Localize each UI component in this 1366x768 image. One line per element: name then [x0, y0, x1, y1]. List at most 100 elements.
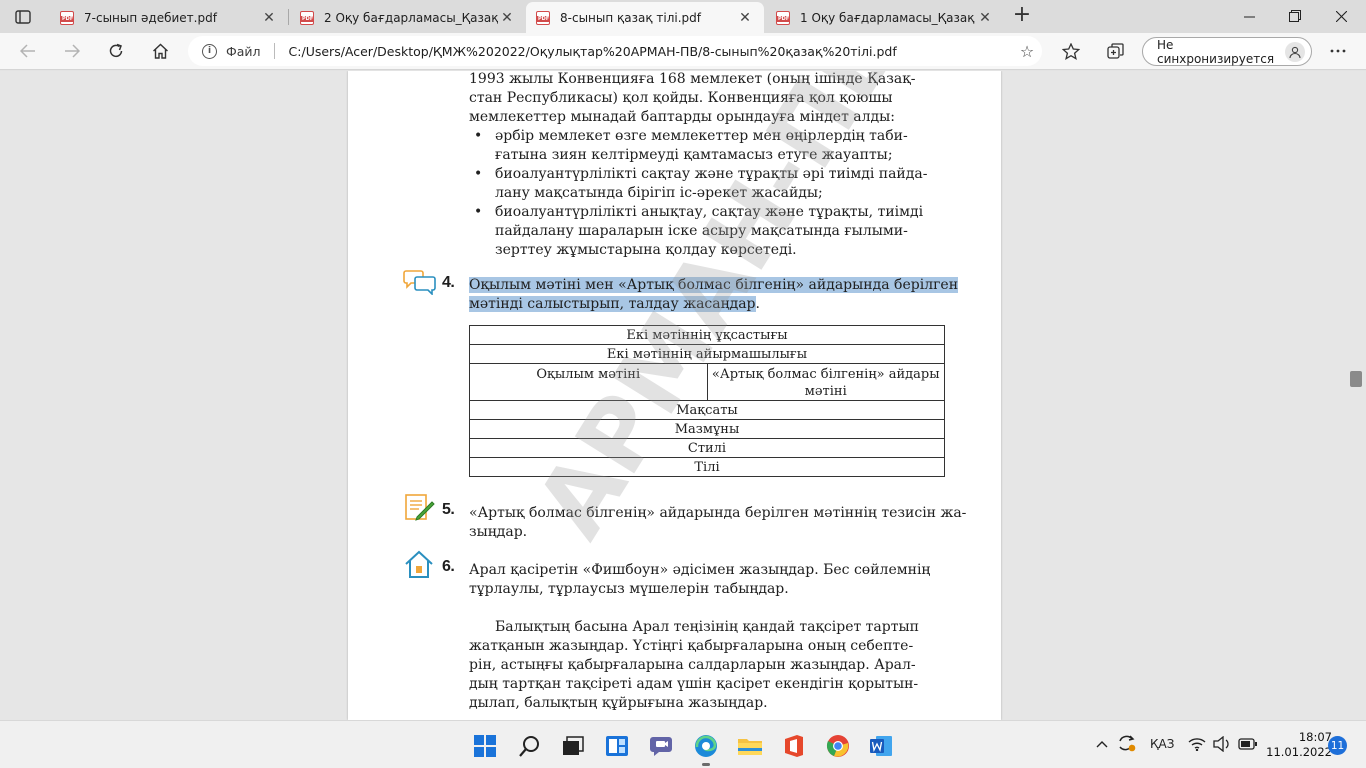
refresh-icon [109, 43, 123, 58]
edge-icon [695, 735, 717, 757]
paragraph-line: дылап, балықтың құйрығына жазыңдар. [469, 695, 768, 711]
restore-button[interactable] [1272, 0, 1318, 32]
forward-arrow-icon [65, 44, 80, 58]
chrome-button[interactable] [820, 729, 856, 763]
profile-sync-button[interactable]: Не синхронизируется [1142, 37, 1312, 66]
tab-1[interactable]: 7-сынып әдебиет.pdf ✕ [50, 2, 288, 33]
office-icon [785, 735, 803, 757]
writing-notepad-icon [405, 494, 435, 521]
new-tab-button[interactable]: + [1008, 4, 1036, 28]
task-4-text: мәтінді салыстырып, талдау жасаңдар. [469, 295, 760, 314]
table-cell: Екі мәтіннің айырмашылығы [469, 344, 945, 364]
office-button[interactable] [776, 729, 812, 763]
battery-icon[interactable] [1238, 738, 1258, 753]
favorites-icon [1062, 42, 1080, 60]
tab-strip: 7-сынып әдебиет.pdf ✕ 2 Оқу бағдарламасы… [0, 0, 1366, 33]
address-bar[interactable]: i Файл C:/Users/Acer/Desktop/ҚМЖ%202022/… [188, 36, 1042, 66]
back-button[interactable] [13, 37, 43, 65]
pdf-viewer[interactable]: 1993 жылы Конвенцияға 168 мемлекет (оның… [0, 71, 1366, 720]
close-tab-icon[interactable]: ✕ [260, 10, 278, 26]
tab-actions-icon [15, 10, 31, 24]
system-clock[interactable]: 18:07 11.01.2022 [1262, 730, 1332, 760]
task-view-button[interactable] [555, 729, 591, 763]
show-hidden-icons-button[interactable] [1096, 737, 1108, 751]
bullet-line: лану мақсатында бірігіп іс-әрекет жасайд… [495, 185, 823, 201]
close-window-button[interactable] [1318, 0, 1364, 32]
task-5-text: зыңдар. [469, 524, 528, 540]
search-icon [519, 736, 539, 757]
task-6-text: Арал қасіретін «Фишбоун» әдісімен жазыңд… [469, 562, 931, 578]
table-cell: Стилі [469, 438, 945, 458]
home-button[interactable] [145, 37, 175, 65]
table-cell: Мақсаты [469, 400, 945, 420]
pdf-file-icon [300, 10, 315, 25]
forward-button[interactable] [57, 37, 87, 65]
teams-chat-button[interactable] [643, 729, 679, 763]
bullet-marker: • [474, 128, 483, 144]
chevron-up-icon [1096, 741, 1108, 748]
settings-more-button[interactable] [1323, 37, 1353, 65]
file-explorer-button[interactable] [732, 729, 768, 763]
folder-icon [738, 739, 762, 755]
home-icon [152, 43, 168, 59]
task-4-text: Оқылым мәтіні мен «Артық болмас білгенің… [469, 276, 959, 295]
home-task-icon [405, 550, 433, 578]
word-button[interactable] [863, 729, 899, 763]
bullet-line: биоалуантүрлілікті анықтау, сақтау және … [495, 204, 924, 220]
sync-tray-icon[interactable] [1117, 734, 1137, 755]
scrollbar-thumb[interactable] [1350, 371, 1362, 387]
windows-logo-icon [474, 735, 496, 757]
paragraph-line: жатқанын жазыңдар. Үстіңгі қабырғаларына… [469, 638, 914, 654]
tab-3-active[interactable]: 8-сынып қазақ тілі.pdf ✕ [526, 2, 764, 33]
bullet-line: әрбір мемлекет өзге мемлекеттер мен өңір… [495, 128, 908, 144]
table-cell: Екі мәтіннің ұқсастығы [469, 325, 945, 345]
collections-button[interactable] [1101, 37, 1131, 65]
paragraph-line: дың тартқан тақсіреті адам үшін қасірет … [469, 676, 919, 692]
scheme-label: Файл [226, 43, 261, 59]
notification-badge[interactable]: 11 [1328, 736, 1347, 755]
favorites-button[interactable] [1056, 37, 1086, 65]
close-tab-icon[interactable]: ✕ [498, 10, 516, 26]
search-button[interactable] [512, 729, 548, 763]
refresh-button[interactable] [101, 37, 131, 65]
close-icon [1335, 10, 1347, 22]
intro-line: стан Республикасы) қол қойды. Конвенцияғ… [469, 90, 893, 106]
widgets-button[interactable] [599, 729, 635, 763]
table-cell: Мазмұны [469, 419, 945, 439]
bullet-line: пайдалану шараларын іске асыру мақсатынд… [495, 223, 908, 239]
clock-time: 18:07 [1298, 730, 1332, 744]
table-cell: Оқылым мәтіні [469, 363, 708, 401]
minimize-button[interactable] [1226, 0, 1272, 32]
task-6-text: тұрлаулы, тұрлаусыз мүшелерін табыңдар. [469, 581, 789, 597]
task-view-icon [563, 736, 584, 755]
word-icon [870, 736, 892, 756]
close-tab-icon[interactable]: ✕ [736, 10, 754, 26]
edge-browser-button[interactable] [688, 729, 724, 766]
bullet-line: биоалуантүрлілікті сақтау және тұрақты ә… [495, 166, 928, 182]
tab-title: 1 Оқу бағдарламасы_Қазақ тілі [800, 10, 976, 25]
chat-icon [650, 737, 672, 756]
start-button[interactable] [467, 729, 503, 763]
tab-4[interactable]: 1 Оқу бағдарламасы_Қазақ тілі ✕ [766, 2, 1004, 33]
tab-divider [288, 9, 289, 25]
taskbar: ҚАЗ 18:07 11.01.2022 11 [0, 720, 1366, 768]
collections-icon [1107, 42, 1124, 59]
clock-date: 11.01.2022 [1266, 745, 1332, 759]
widgets-icon [606, 736, 628, 756]
url-text[interactable]: C:/Users/Acer/Desktop/ҚМЖ%202022/Оқулықт… [289, 44, 1012, 59]
bullet-marker: • [474, 204, 483, 220]
volume-icon[interactable] [1213, 735, 1231, 755]
chrome-icon [826, 735, 849, 757]
close-tab-icon[interactable]: ✕ [976, 10, 994, 26]
tab-2[interactable]: 2 Оқу бағдарламасы_Қазақ әде ✕ [290, 2, 526, 33]
add-favorite-icon[interactable]: ☆ [1012, 42, 1042, 61]
highlighted-text: Оқылым мәтіні мен «Артық болмас білгенің… [469, 277, 959, 293]
task-number: 5. [442, 501, 455, 518]
table-cell: «Артық болмас білгенің» айдары мәтіні [706, 363, 945, 401]
intro-line: мемлекеттер мынадай баптарды орындауға м… [469, 109, 896, 125]
tab-actions-button[interactable] [8, 6, 38, 28]
wifi-icon[interactable] [1188, 737, 1206, 754]
bullet-line: ғатына зиян келтірмеуді қамтамасыз етуге… [495, 147, 893, 163]
input-language-indicator[interactable]: ҚАЗ [1150, 737, 1174, 751]
info-icon[interactable]: i [202, 43, 217, 59]
